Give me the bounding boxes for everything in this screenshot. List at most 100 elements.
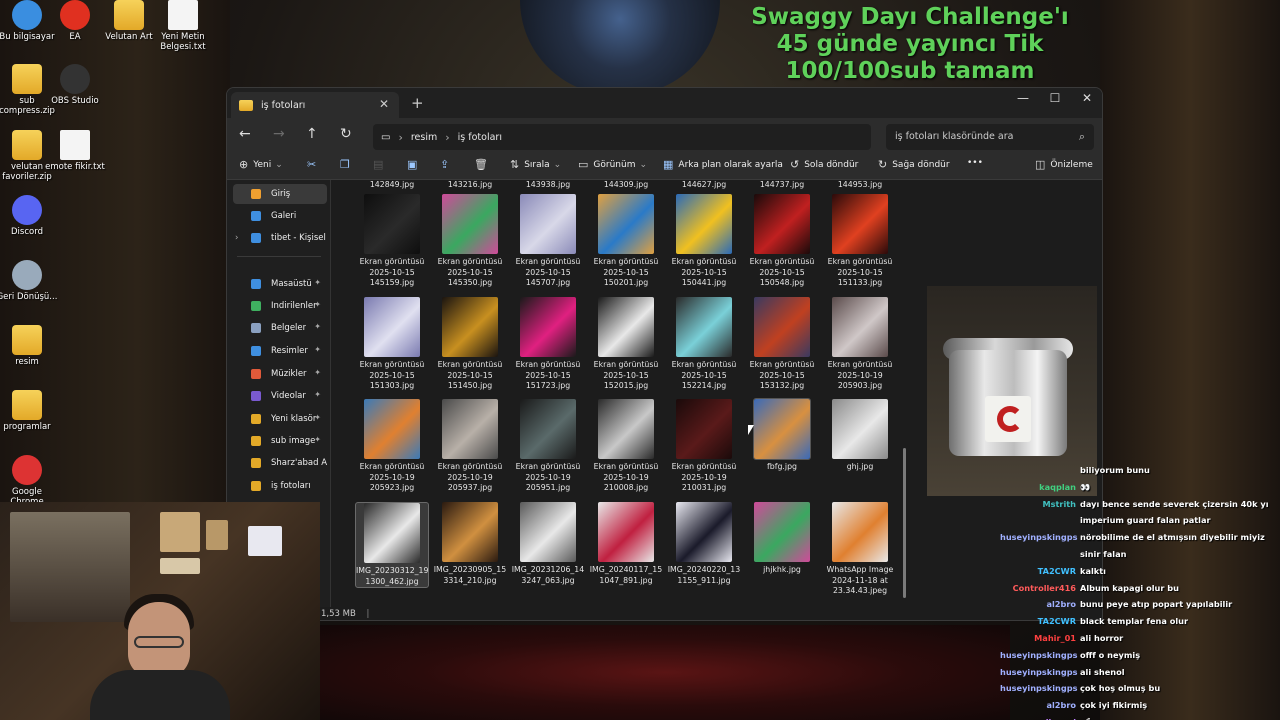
- set-background-label: Arka plan olarak ayarla: [678, 159, 783, 170]
- close-tab-icon[interactable]: ✕: [379, 97, 389, 111]
- file-item[interactable]: jhjkhk.jpg: [745, 502, 819, 576]
- forward-arrow-icon[interactable]: →: [273, 126, 285, 142]
- file-item[interactable]: Ekran görüntüsü 2025-10-15 152015.jpg: [589, 297, 663, 392]
- maximize-button[interactable]: ☐: [1039, 91, 1071, 105]
- file-item[interactable]: Ekran görüntüsü 2025-10-15 150548.jpg: [745, 194, 819, 289]
- file-item[interactable]: IMG_20240117_15 1047_891.jpg: [589, 502, 663, 586]
- sidebar-item[interactable]: Giriş: [233, 184, 327, 204]
- file-name-line: IMG_20230312_19: [356, 566, 429, 575]
- sidebar-item[interactable]: Sharz'abad Aren: [233, 453, 327, 473]
- copy-button[interactable]: ❐: [340, 158, 355, 171]
- file-item[interactable]: Ekran görüntüsü 2025-10-19 205903.jpg: [823, 297, 897, 392]
- sidebar-item[interactable]: İndirilenler ✦: [233, 296, 327, 316]
- desktop-icon[interactable]: Geri Dönüşü...: [0, 260, 58, 302]
- sidebar-item[interactable]: iş fotoları: [233, 476, 327, 496]
- file-item[interactable]: IMG_20231206_14 3247_063.jpg: [511, 502, 585, 586]
- desktop-icon-label: OBS Studio: [51, 96, 99, 106]
- file-item[interactable]: Ekran görüntüsü 2025-10-15 145159.jpg: [355, 194, 429, 289]
- preview-pane-button[interactable]: ◫ Önizleme: [1035, 158, 1093, 171]
- desktop-icon[interactable]: OBS Studio: [44, 64, 106, 106]
- file-item[interactable]: Ekran görüntüsü 2025-10-15 150441.jpg: [667, 194, 741, 289]
- file-item[interactable]: Ekran görüntüsü 2025-10-19 210031.jpg: [667, 399, 741, 494]
- file-item[interactable]: Ekran görüntüsü 2025-10-15 145350.jpg: [433, 194, 507, 289]
- rename-button[interactable]: ▣: [407, 158, 422, 171]
- new-tab-button[interactable]: +: [411, 94, 424, 112]
- file-item[interactable]: IMG_20240220_13 1155_911.jpg: [667, 502, 741, 586]
- back-arrow-icon[interactable]: ←: [239, 126, 251, 142]
- file-name-partial[interactable]: 143938.jpg: [511, 180, 585, 189]
- chevron-right-icon[interactable]: ›: [235, 233, 238, 243]
- file-thumbnail: [364, 503, 420, 563]
- file-item[interactable]: Ekran görüntüsü 2025-10-15 153132.jpg: [745, 297, 819, 392]
- file-name-partial[interactable]: 143216.jpg: [433, 180, 507, 189]
- search-input[interactable]: iş fotoları klasöründe ara ⌕: [886, 124, 1094, 150]
- file-item[interactable]: IMG_20230905_15 3314_210.jpg: [433, 502, 507, 586]
- minimize-button[interactable]: —: [1007, 91, 1039, 105]
- desktop-icon[interactable]: Google Chrome: [0, 455, 58, 507]
- file-name-partial[interactable]: 144309.jpg: [589, 180, 663, 189]
- file-item[interactable]: Ekran görüntüsü 2025-10-15 151133.jpg: [823, 194, 897, 289]
- file-item[interactable]: Ekran görüntüsü 2025-10-15 151303.jpg: [355, 297, 429, 392]
- sidebar-item[interactable]: Resimler ✦: [233, 341, 327, 361]
- file-item[interactable]: Ekran görüntüsü 2025-10-15 145707.jpg: [511, 194, 585, 289]
- desktop-icon[interactable]: Yeni Metin Belgesi.txt: [152, 0, 214, 52]
- file-item[interactable]: Ekran görüntüsü 2025-10-15 150201.jpg: [589, 194, 663, 289]
- chat-username: Mahir_01: [1034, 632, 1076, 643]
- scrollbar-thumb[interactable]: [903, 448, 906, 598]
- desktop-icon[interactable]: EA: [44, 0, 106, 42]
- file-item[interactable]: Ekran görüntüsü 2025-10-19 210008.jpg: [589, 399, 663, 494]
- file-item[interactable]: IMG_20230312_19 1300_462.jpg: [355, 502, 429, 588]
- desktop-icon[interactable]: resim: [0, 325, 58, 367]
- file-item[interactable]: WhatsApp Image 2024-11-18 at 23.34.43.jpeg: [823, 502, 897, 597]
- tab-is-fotolari[interactable]: iş fotoları ✕: [231, 92, 399, 118]
- more-options-button[interactable]: •••: [967, 158, 983, 168]
- breadcrumb-is-fotolari[interactable]: iş fotoları: [458, 132, 502, 143]
- close-window-button[interactable]: ✕: [1071, 91, 1102, 105]
- sidebar-item[interactable]: Yeni klasör ✦: [233, 409, 327, 429]
- desktop-icon[interactable]: Discord: [0, 195, 58, 237]
- address-bar[interactable]: ▭ › resim › iş fotoları: [373, 124, 871, 150]
- refresh-icon[interactable]: ↻: [340, 126, 352, 142]
- file-name-partial[interactable]: 144953.jpg: [823, 180, 897, 189]
- share-button[interactable]: ⇪: [440, 158, 454, 171]
- sidebar-item[interactable]: Videolar ✦: [233, 386, 327, 406]
- zip-folder-icon: [12, 64, 42, 94]
- file-name-line: 205923.jpg: [369, 483, 415, 492]
- file-thumbnail: [442, 297, 498, 357]
- paste-button[interactable]: ▤: [373, 158, 388, 171]
- file-item[interactable]: Ekran görüntüsü 2025-10-19 205923.jpg: [355, 399, 429, 494]
- file-item[interactable]: fbfg.jpg: [745, 398, 819, 473]
- sidebar-item[interactable]: tibet - Kişisel ›: [233, 228, 327, 248]
- sidebar-item[interactable]: Galeri: [233, 206, 327, 226]
- view-button[interactable]: ▭ Görünüm ⌄: [578, 158, 647, 171]
- delete-button[interactable]: 🗑: [474, 158, 493, 171]
- file-name-partial[interactable]: 142849.jpg: [355, 180, 429, 189]
- sidebar-item[interactable]: Müzikler ✦: [233, 364, 327, 384]
- sidebar-item[interactable]: Masaüstü ✦: [233, 274, 327, 294]
- file-name-partial[interactable]: 144737.jpg: [745, 180, 819, 189]
- file-item[interactable]: ghj.jpg: [823, 399, 897, 473]
- chat-message: biliyorum bunu: [1000, 462, 1280, 479]
- file-name-line: IMG_20240220_13: [667, 565, 741, 574]
- folder-icon: [12, 390, 42, 420]
- sort-button[interactable]: ⇅ Sırala ⌄: [510, 158, 561, 171]
- breadcrumb-resim[interactable]: resim: [411, 132, 437, 143]
- up-arrow-icon[interactable]: ↑: [306, 126, 318, 142]
- desktop-icon[interactable]: Velutan Art: [98, 0, 160, 42]
- file-item[interactable]: Ekran görüntüsü 2025-10-15 151723.jpg: [511, 297, 585, 392]
- set-background-button[interactable]: ▦ Arka plan olarak ayarla: [663, 158, 783, 171]
- file-item[interactable]: Ekran görüntüsü 2025-10-19 205937.jpg: [433, 399, 507, 494]
- file-item[interactable]: Ekran görüntüsü 2025-10-15 151450.jpg: [433, 297, 507, 392]
- rotate-right-button[interactable]: ↻ Sağa döndür: [878, 158, 950, 171]
- sidebar-item[interactable]: sub image ✦: [233, 431, 327, 451]
- desktop-icon[interactable]: programlar: [0, 390, 58, 432]
- sidebar-item[interactable]: Belgeler ✦: [233, 318, 327, 338]
- rotate-left-button[interactable]: ↺ Sola döndür: [790, 158, 858, 171]
- file-name-line: Ekran görüntüsü: [749, 360, 815, 369]
- file-name-partial[interactable]: 144627.jpg: [667, 180, 741, 189]
- desktop-icon[interactable]: emote fikir.txt: [44, 130, 106, 172]
- file-item[interactable]: Ekran görüntüsü 2025-10-19 205951.jpg: [511, 399, 585, 494]
- new-button[interactable]: ⊕ Yeni ⌄: [239, 158, 283, 171]
- file-item[interactable]: Ekran görüntüsü 2025-10-15 152214.jpg: [667, 297, 741, 392]
- cut-button[interactable]: ✂: [307, 158, 321, 171]
